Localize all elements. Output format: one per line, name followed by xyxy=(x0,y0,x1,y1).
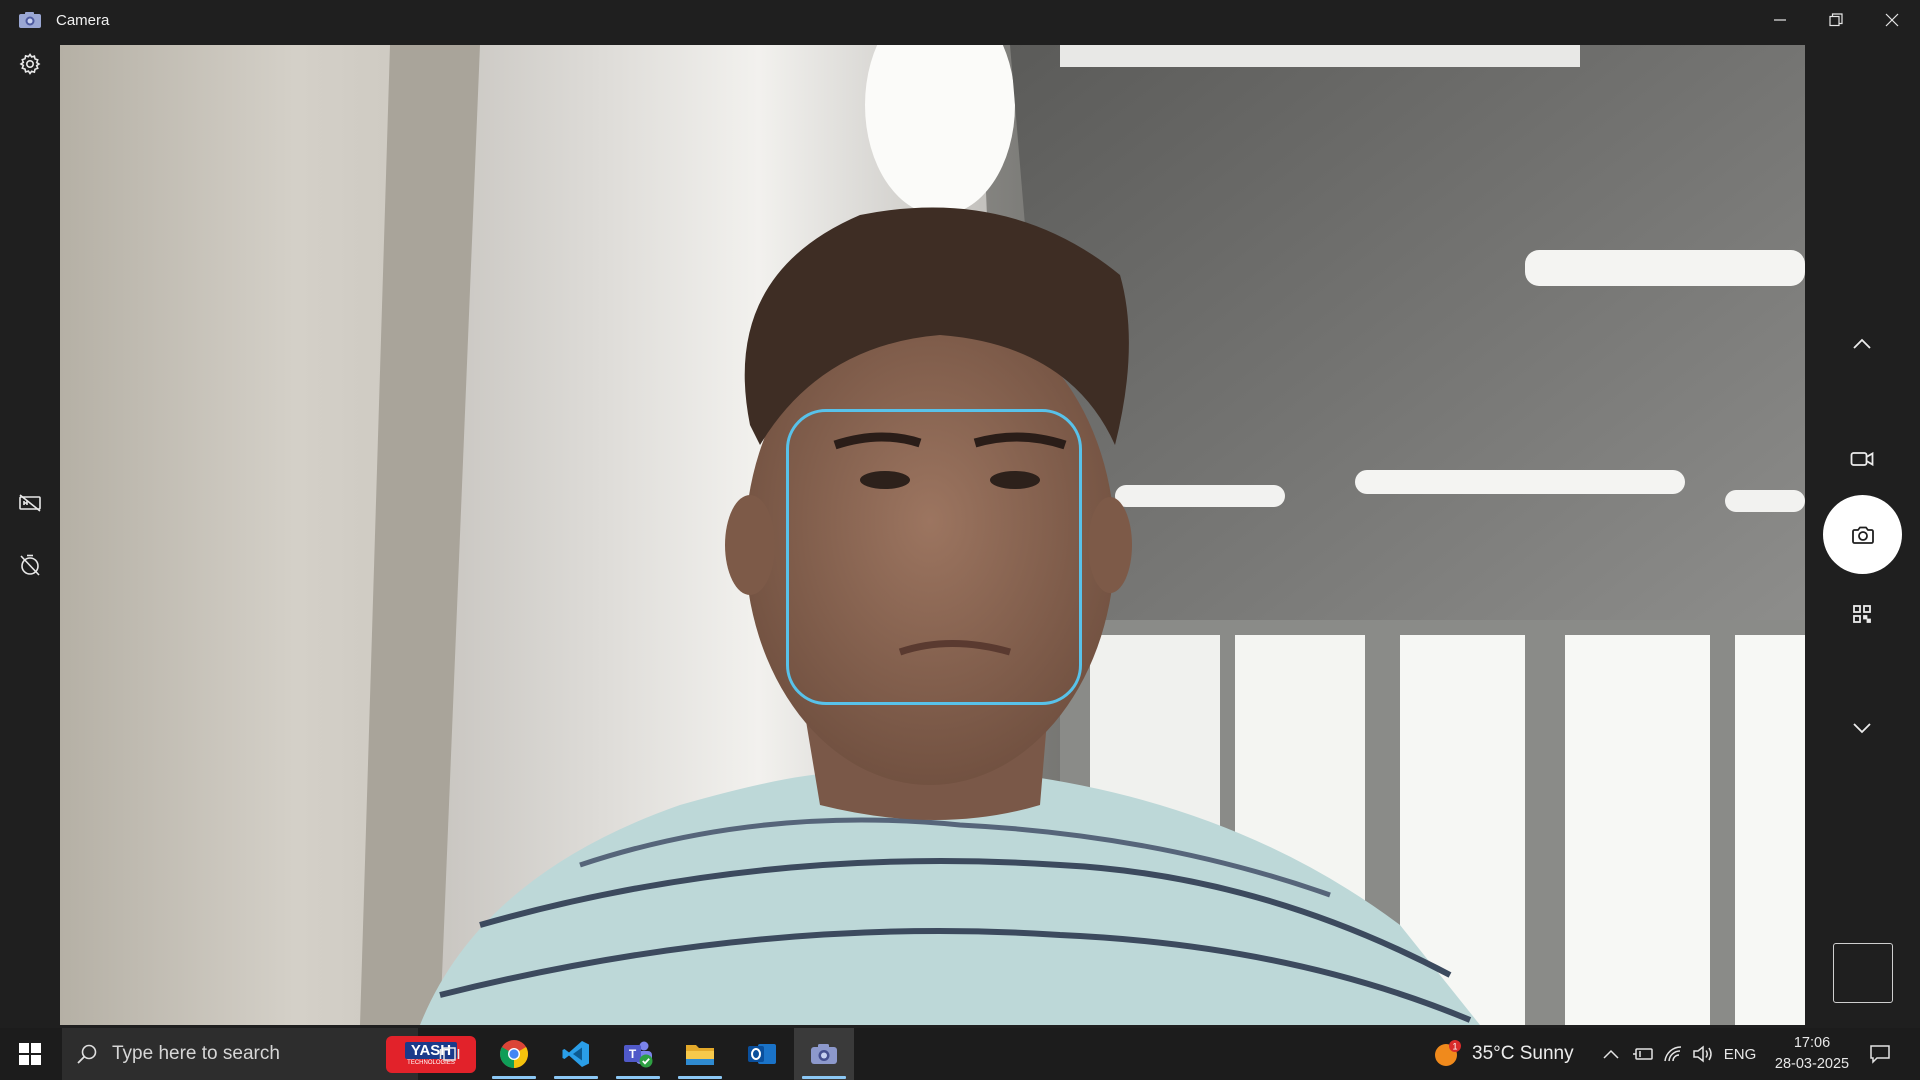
hdr-off-icon xyxy=(19,494,41,512)
qr-scan-mode-button[interactable] xyxy=(1842,594,1882,634)
vscode-icon xyxy=(562,1041,589,1067)
sun-weather-icon: 1 xyxy=(1435,1040,1461,1066)
taskbar-outlook[interactable] xyxy=(732,1028,792,1080)
qr-code-icon xyxy=(1853,605,1871,623)
minimize-icon xyxy=(1774,19,1786,21)
close-button[interactable] xyxy=(1864,0,1920,40)
battery-charging-icon xyxy=(1633,1048,1653,1060)
taskbar-search-box[interactable]: Type here to search YASH TECHNOLOGIES xyxy=(62,1028,476,1080)
speaker-icon xyxy=(1693,1045,1712,1063)
chevron-up-icon xyxy=(1603,1049,1619,1059)
input-language-button[interactable]: ENG xyxy=(1720,1028,1760,1080)
camera-app-icon xyxy=(19,12,41,28)
restore-icon xyxy=(1829,13,1843,27)
chrome-icon xyxy=(500,1040,528,1068)
clock-time: 17:06 xyxy=(1793,1035,1831,1051)
timer-off-icon xyxy=(20,554,40,576)
taskbar-file-explorer[interactable] xyxy=(670,1028,730,1080)
file-explorer-icon xyxy=(686,1045,714,1065)
settings-button[interactable] xyxy=(12,46,48,82)
video-camera-icon xyxy=(1850,451,1874,467)
restore-button[interactable] xyxy=(1808,0,1864,40)
start-button[interactable] xyxy=(0,1028,60,1080)
notification-icon xyxy=(1870,1045,1890,1064)
taskbar-teams[interactable]: T xyxy=(608,1028,668,1080)
camera-icon xyxy=(1851,526,1874,544)
minimize-button[interactable] xyxy=(1752,0,1808,40)
timer-button[interactable] xyxy=(12,547,48,583)
task-view-button[interactable] xyxy=(420,1028,480,1080)
window-title: Camera xyxy=(56,11,110,29)
title-bar: Camera xyxy=(0,0,1920,40)
scroll-up-button[interactable] xyxy=(1842,324,1882,364)
clock-date: 28-03-2025 xyxy=(1774,1056,1850,1072)
windows-logo-icon xyxy=(19,1043,41,1065)
clock-button[interactable]: 17:06 28-03-2025 xyxy=(1766,1033,1858,1075)
take-photo-button[interactable] xyxy=(1823,495,1902,574)
battery-button[interactable] xyxy=(1628,1028,1658,1080)
taskbar-camera[interactable] xyxy=(794,1028,854,1080)
notifications-button[interactable] xyxy=(1860,1028,1900,1080)
video-mode-button[interactable] xyxy=(1842,439,1882,479)
taskbar: Type here to search YASH TECHNOLOGIES T … xyxy=(0,1028,1920,1080)
wifi-icon xyxy=(1664,1046,1682,1062)
taskbar-vscode[interactable] xyxy=(546,1028,606,1080)
close-icon xyxy=(1885,13,1899,27)
outlook-icon xyxy=(748,1044,776,1064)
weather-widget[interactable]: 1 35°C Sunny xyxy=(1432,1028,1574,1080)
task-view-icon xyxy=(439,1047,460,1061)
teams-icon: T xyxy=(624,1041,653,1068)
weather-text: 35°C Sunny xyxy=(1472,1043,1574,1064)
network-button[interactable] xyxy=(1658,1028,1688,1080)
search-icon xyxy=(77,1044,97,1064)
face-detection-box xyxy=(786,409,1082,705)
last-capture-thumbnail[interactable] xyxy=(1833,943,1893,1003)
weather-badge: 1 xyxy=(1452,1042,1457,1052)
volume-button[interactable] xyxy=(1688,1028,1718,1080)
search-placeholder: Type here to search xyxy=(112,1043,280,1064)
scroll-down-button[interactable] xyxy=(1842,708,1882,748)
chevron-up-icon xyxy=(1853,338,1871,349)
show-hidden-icons-button[interactable] xyxy=(1596,1028,1626,1080)
settings-icon xyxy=(19,53,41,75)
hdr-toggle-button[interactable] xyxy=(12,485,48,521)
camera-preview[interactable] xyxy=(60,45,1805,1025)
svg-text:T: T xyxy=(629,1047,637,1061)
taskbar-chrome[interactable] xyxy=(484,1028,544,1080)
chevron-down-icon xyxy=(1853,723,1871,734)
camera-app-icon xyxy=(811,1044,837,1064)
